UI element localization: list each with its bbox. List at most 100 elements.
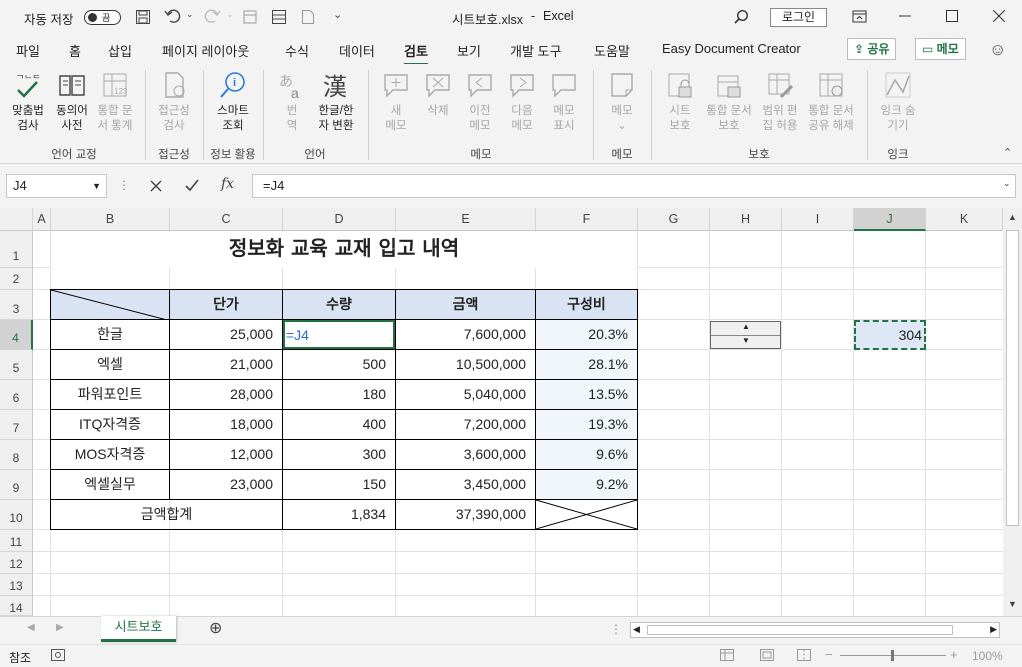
vertical-scrollbar[interactable]: ▲ ▼ xyxy=(1003,208,1022,616)
total-label[interactable]: 금액합계 xyxy=(50,499,283,530)
row-header-4[interactable]: 4 xyxy=(0,320,33,350)
customize-qat-icon[interactable]: ⌄ xyxy=(333,10,342,21)
close-icon[interactable] xyxy=(992,9,1006,25)
minimize-icon[interactable] xyxy=(899,9,911,24)
comments-button[interactable]: ▭ 메모 xyxy=(915,38,966,60)
table-cell-quantity[interactable]: 400 xyxy=(282,409,396,440)
row-header-9[interactable]: 9 xyxy=(0,470,33,500)
share-button[interactable]: ⇪ 공유 xyxy=(847,38,897,60)
header-amount[interactable]: 금액 xyxy=(395,289,536,320)
expand-formula-bar-icon[interactable]: ⌄ xyxy=(1003,179,1011,188)
active-edit-cell[interactable]: =J4 xyxy=(283,320,395,349)
table-cell-name[interactable]: ITQ자격증 xyxy=(50,409,170,440)
enter-icon[interactable] xyxy=(185,179,199,195)
table-cell-name[interactable]: 엑셀 xyxy=(50,349,170,380)
tab-easy-document-creator[interactable]: Easy Document Creator xyxy=(662,41,801,56)
table-cell-ratio[interactable]: 13.5% xyxy=(535,379,638,410)
table-cell-amount[interactable]: 7,200,000 xyxy=(395,409,536,440)
column-header-h[interactable]: H xyxy=(710,208,782,231)
add-sheet-icon[interactable]: ⊕ xyxy=(209,621,222,637)
header-price[interactable]: 단가 xyxy=(169,289,283,320)
name-box[interactable]: J4 ▼ xyxy=(6,174,107,198)
login-button[interactable]: 로그인 xyxy=(770,8,827,27)
column-header-j[interactable]: J xyxy=(854,208,926,231)
table-cell-price[interactable]: 21,000 xyxy=(169,349,283,380)
layout-icon[interactable] xyxy=(271,9,287,28)
macro-recording-icon[interactable] xyxy=(51,649,65,664)
zoom-level[interactable]: 100% xyxy=(972,649,1003,663)
row-header-5[interactable]: 5 xyxy=(0,350,33,380)
row-header-6[interactable]: 6 xyxy=(0,380,33,410)
spin-down-icon[interactable]: ▼ xyxy=(742,336,750,345)
diagonal-header-cell[interactable] xyxy=(50,289,170,320)
table-cell-name[interactable]: 엑셀실무 xyxy=(50,469,170,500)
vertical-scroll-thumb[interactable] xyxy=(1006,230,1019,526)
table-cell-amount[interactable]: 5,040,000 xyxy=(395,379,536,410)
table-cell-price[interactable]: 28,000 xyxy=(169,379,283,410)
zoom-out-icon[interactable]: − xyxy=(825,647,833,662)
thesaurus-button[interactable]: 동의어 사전 xyxy=(52,70,92,134)
header-ratio[interactable]: 구성비 xyxy=(535,289,638,320)
table-cell-quantity[interactable]: 300 xyxy=(282,439,396,470)
table-cell-amount[interactable]: 7,600,000 xyxy=(395,319,536,350)
sheet-title[interactable]: 정보화 교육 교재 입고 내역 xyxy=(51,232,637,268)
selected-cell-j4[interactable]: 304 xyxy=(854,320,926,350)
row-header-14[interactable]: 14 xyxy=(0,596,33,616)
spin-button[interactable]: ▲ ▼ xyxy=(710,321,781,349)
column-header-f[interactable]: F xyxy=(536,208,638,231)
collapse-ribbon-icon[interactable]: ⌃ xyxy=(1003,148,1012,159)
table-cell-ratio[interactable]: 9.2% xyxy=(535,469,638,500)
name-box-dropdown-icon[interactable]: ▼ xyxy=(92,175,101,197)
row-header-8[interactable]: 8 xyxy=(0,440,33,470)
row-header-12[interactable]: 12 xyxy=(0,552,33,574)
worksheet-grid[interactable]: A B C D E F G H I J K 1 2 3 4 5 6 7 8 9 … xyxy=(0,208,1003,616)
tab-file[interactable]: 파일 xyxy=(16,41,40,60)
horizontal-scrollbar[interactable]: ◀ ▶ xyxy=(630,622,1000,638)
cancel-icon[interactable] xyxy=(150,180,162,195)
table-cell-quantity[interactable]: 500 xyxy=(282,349,396,380)
tab-home[interactable]: 홈 xyxy=(69,41,81,60)
column-header-b[interactable]: B xyxy=(51,208,170,231)
scroll-right-icon[interactable]: ▶ xyxy=(990,624,997,635)
previous-sheet-icon[interactable]: ◀ xyxy=(27,623,35,633)
tab-developer[interactable]: 개발 도구 xyxy=(510,41,561,60)
row-header-13[interactable]: 13 xyxy=(0,574,33,596)
search-icon[interactable] xyxy=(733,9,749,28)
tab-help[interactable]: 도움말 xyxy=(594,41,630,60)
undo-icon[interactable] xyxy=(164,8,182,27)
select-all-corner[interactable] xyxy=(0,208,33,231)
row-header-1[interactable]: 1 xyxy=(0,231,33,268)
maximize-icon[interactable] xyxy=(946,10,958,25)
spelling-button[interactable]: ᄀᄂᄃ 맞춤법 검사 xyxy=(8,70,48,134)
row-header-10[interactable]: 10 xyxy=(0,500,33,530)
table-cell-quantity[interactable]: 150 xyxy=(282,469,396,500)
page-layout-view-icon[interactable] xyxy=(760,649,774,664)
table-cell-price[interactable]: 18,000 xyxy=(169,409,283,440)
undo-dropdown-icon[interactable]: ⌄ xyxy=(186,10,194,19)
zoom-slider-thumb[interactable] xyxy=(891,650,894,661)
table-cell-price[interactable]: 23,000 xyxy=(169,469,283,500)
column-header-c[interactable]: C xyxy=(170,208,283,231)
insert-function-icon[interactable]: fx xyxy=(221,177,234,191)
table-cell-ratio[interactable]: 20.3% xyxy=(535,319,638,350)
next-sheet-icon[interactable]: ▶ xyxy=(56,623,64,633)
scroll-down-icon[interactable]: ▼ xyxy=(1008,600,1017,609)
column-header-k[interactable]: K xyxy=(926,208,1003,231)
column-header-a[interactable]: A xyxy=(33,208,51,231)
total-ratio-crossed-cell[interactable] xyxy=(535,499,638,530)
tab-data[interactable]: 데이터 xyxy=(339,41,375,60)
scroll-up-icon[interactable]: ▲ xyxy=(1008,213,1017,222)
row-header-3[interactable]: 3 xyxy=(0,290,33,320)
hangul-hanja-button[interactable]: 漢 한글/한 자 변환 xyxy=(312,70,360,134)
table-cell-amount[interactable]: 3,600,000 xyxy=(395,439,536,470)
table-cell-price[interactable]: 12,000 xyxy=(169,439,283,470)
column-header-g[interactable]: G xyxy=(638,208,710,231)
spin-up-icon[interactable]: ▲ xyxy=(742,322,750,331)
table-cell-name[interactable]: MOS자격증 xyxy=(50,439,170,470)
tab-formulas[interactable]: 수식 xyxy=(285,41,309,60)
table-cell-name[interactable]: 파워포인트 xyxy=(50,379,170,410)
document-icon[interactable] xyxy=(301,9,315,28)
table-cell-ratio[interactable]: 28.1% xyxy=(535,349,638,380)
total-quantity[interactable]: 1,834 xyxy=(282,499,396,530)
column-header-e[interactable]: E xyxy=(396,208,536,231)
